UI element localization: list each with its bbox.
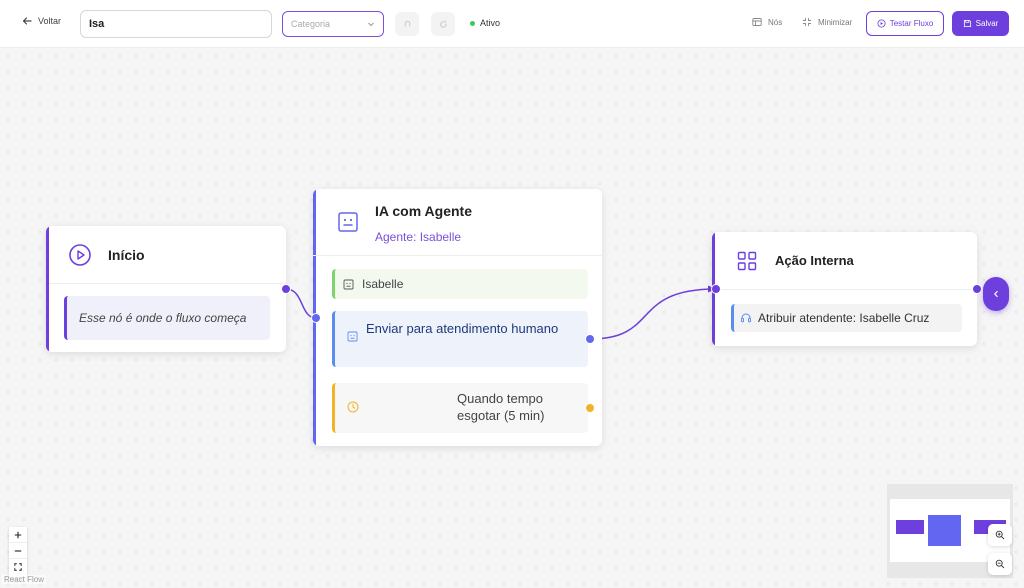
minus-icon: [14, 549, 22, 552]
agent-row-label: Isabelle: [362, 277, 404, 291]
inicio-output-handle[interactable]: [281, 284, 291, 294]
robot-icon: [338, 212, 358, 232]
redo-icon: [439, 20, 447, 28]
node-title: Início: [108, 246, 145, 263]
undo-button[interactable]: [395, 12, 419, 36]
node-ia-agente[interactable]: IA com Agente Agente: Isabelle Isabelle …: [313, 189, 602, 446]
play-circle-icon: [877, 19, 886, 28]
chevron-down-icon: [368, 22, 374, 27]
list-icon: [752, 18, 762, 26]
save-icon: [963, 19, 971, 28]
top-toolbar: Voltar Categoria Ativo Nós Minimizar Tes…: [0, 0, 1024, 48]
test-flow-label: Testar Fluxo: [889, 19, 934, 28]
status-dot: [470, 20, 475, 26]
fullscreen-icon: [14, 563, 22, 571]
flow-name-input[interactable]: [80, 10, 272, 38]
fit-view-button[interactable]: [9, 559, 27, 575]
assign-agent-label: Atribuir atendente: Isabelle Cruz: [758, 311, 930, 325]
redo-button[interactable]: [431, 12, 455, 36]
agent-row[interactable]: Isabelle: [332, 269, 588, 299]
zoom-out-icon: [995, 559, 1005, 569]
minimap-node-inicio: [896, 520, 924, 534]
clock-icon: [347, 401, 359, 413]
node-title: Ação Interna: [775, 253, 854, 268]
status-label: Ativo: [480, 18, 501, 28]
minimize-label: Minimizar: [818, 17, 853, 27]
save-button[interactable]: Salvar: [952, 11, 1009, 36]
category-select[interactable]: Categoria: [282, 11, 384, 37]
timeout-row[interactable]: Quando tempo esgotar (5 min): [332, 383, 588, 433]
minimap-zoom-out-button[interactable]: [988, 553, 1012, 575]
play-circle-icon: [69, 243, 91, 266]
node-inicio[interactable]: Início Esse nó é onde o fluxo começa: [46, 226, 286, 352]
node-subtitle: Agente: Isabelle: [375, 230, 462, 244]
minimize-icon: [803, 18, 811, 26]
zoom-out-button[interactable]: [9, 543, 27, 559]
node-header: Início: [46, 226, 286, 284]
status-indicator: Ativo: [470, 18, 500, 28]
save-label: Salvar: [975, 19, 999, 28]
undo-icon: [404, 20, 410, 26]
grid-icon: [737, 251, 757, 270]
back-label: Voltar: [38, 16, 62, 26]
zoom-in-button[interactable]: [9, 527, 27, 543]
human-output-handle[interactable]: [585, 334, 595, 344]
canvas-controls: [9, 527, 27, 577]
timeout-label: Quando tempo esgotar (5 min): [457, 391, 545, 423]
node-acao-interna[interactable]: Ação Interna Atribuir atendente: Isabell…: [712, 232, 977, 346]
nodes-label: Nós: [768, 17, 783, 27]
minimize-button[interactable]: Minimizar: [802, 17, 852, 27]
assign-agent-row[interactable]: Atribuir atendente: Isabelle Cruz: [731, 304, 962, 332]
robot-icon: [343, 279, 354, 289]
acao-output-handle[interactable]: [972, 284, 982, 294]
arrow-left-icon: [22, 17, 32, 25]
human-handoff-row[interactable]: Enviar para atendimento humano: [332, 311, 588, 367]
test-flow-button[interactable]: Testar Fluxo: [866, 11, 944, 36]
minimap-zoom-in-button[interactable]: [988, 524, 1012, 546]
robot-icon: [347, 331, 358, 342]
acao-input-handle[interactable]: [711, 284, 721, 294]
category-placeholder: Categoria: [291, 19, 331, 29]
collapse-panel-button[interactable]: [983, 277, 1009, 311]
plus-icon: [14, 531, 22, 538]
node-header: Ação Interna: [712, 232, 977, 290]
ia-input-handle[interactable]: [311, 313, 321, 323]
human-handoff-label: Enviar para atendimento humano: [366, 321, 559, 336]
timeout-output-handle[interactable]: [585, 403, 595, 413]
headset-icon: [741, 313, 751, 323]
back-button[interactable]: Voltar: [22, 16, 61, 26]
nodes-button[interactable]: Nós: [752, 17, 782, 27]
node-description: Esse nó é onde o fluxo começa: [64, 296, 270, 340]
minimap-node-ia: [928, 515, 961, 546]
node-accent-bar: [46, 226, 49, 352]
chevron-left-icon: [993, 290, 998, 298]
zoom-in-icon: [995, 530, 1005, 540]
node-header: IA com Agente Agente: Isabelle: [313, 189, 602, 256]
node-title: IA com Agente: [375, 203, 472, 219]
react-flow-attribution[interactable]: React Flow: [2, 575, 47, 584]
